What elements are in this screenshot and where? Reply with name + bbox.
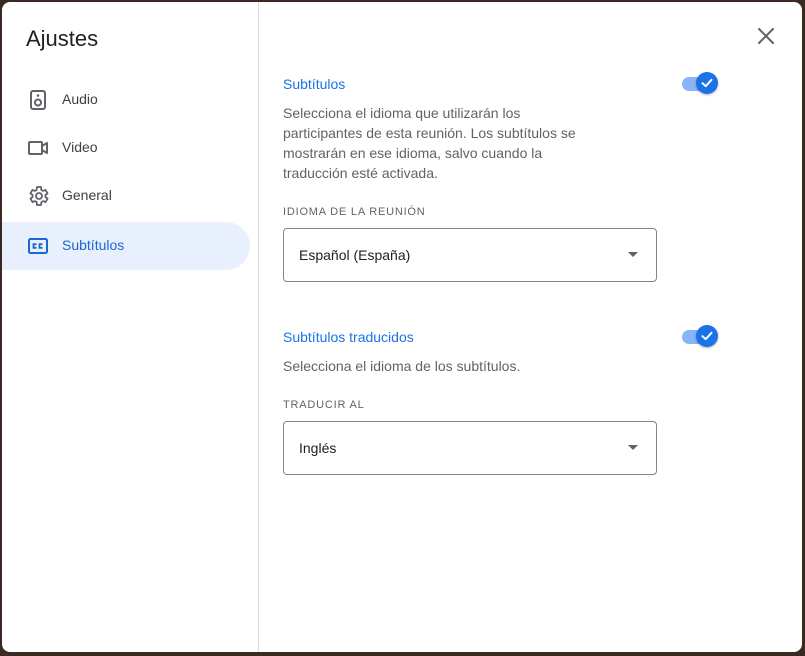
select-value: Español (España) xyxy=(299,247,411,263)
captions-toggle[interactable] xyxy=(680,71,720,95)
close-button[interactable] xyxy=(752,22,780,50)
toggle-knob xyxy=(696,325,718,347)
translated-toggle[interactable] xyxy=(680,324,720,348)
dropdown-arrow-icon xyxy=(628,252,638,257)
select-value: Inglés xyxy=(299,440,337,456)
translate-language-select[interactable]: Inglés xyxy=(283,421,657,475)
meeting-language-label: IDIOMA DE LA REUNIÓN xyxy=(283,206,426,218)
gear-icon xyxy=(26,184,50,208)
settings-sidebar: Ajustes Audio Video General Subtítulos xyxy=(2,2,259,652)
closed-captions-icon xyxy=(26,234,50,258)
sidebar-item-audio[interactable]: Audio xyxy=(2,76,250,124)
speaker-icon xyxy=(26,88,50,112)
sidebar-item-label: Subtítulos xyxy=(62,237,125,253)
sidebar-item-general[interactable]: General xyxy=(2,172,250,220)
sidebar-item-label: General xyxy=(62,187,112,203)
dropdown-arrow-icon xyxy=(628,445,638,450)
close-icon xyxy=(752,28,780,54)
settings-dialog: Ajustes Audio Video General Subtítulos S… xyxy=(2,2,802,652)
captions-description: Selecciona el idioma que utilizarán los … xyxy=(283,105,576,181)
captions-section-title: Subtítulos xyxy=(283,76,346,92)
translated-description: Selecciona el idioma de los subtítulos. xyxy=(283,358,521,374)
sidebar-item-video[interactable]: Video xyxy=(2,124,250,172)
translated-section-title: Subtítulos traducidos xyxy=(283,329,414,345)
sidebar-item-subtitles[interactable]: Subtítulos xyxy=(2,222,250,270)
meeting-language-select[interactable]: Español (España) xyxy=(283,228,657,282)
checkmark-icon xyxy=(701,78,713,88)
checkmark-icon xyxy=(701,331,713,341)
sidebar-item-label: Video xyxy=(62,139,98,155)
sidebar-item-label: Audio xyxy=(62,91,98,107)
toggle-knob xyxy=(696,72,718,94)
translate-to-label: TRADUCIR AL xyxy=(283,399,365,411)
video-camera-icon xyxy=(26,136,50,160)
dialog-title: Ajustes xyxy=(26,26,99,51)
